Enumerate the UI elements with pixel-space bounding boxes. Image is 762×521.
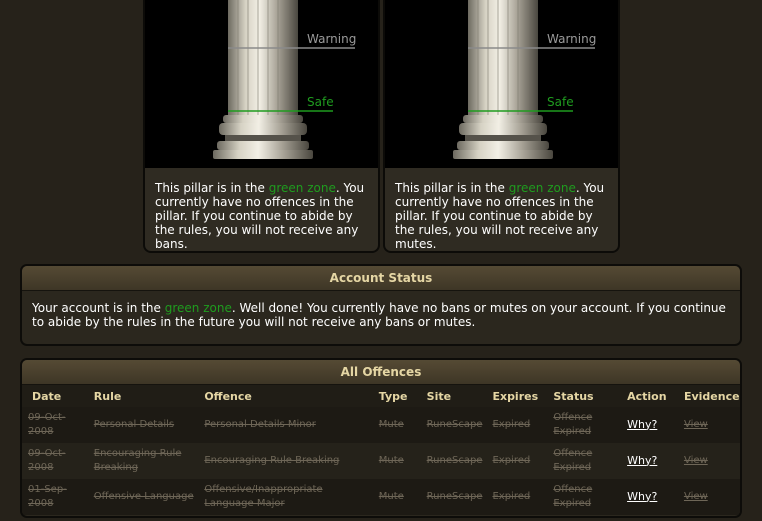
offence-action-cell: Why? (617, 443, 678, 479)
why-link[interactable]: Why? (627, 418, 657, 431)
pillar-icon (213, 0, 355, 159)
offence-expires: Expired (486, 407, 548, 443)
offence-site: RuneScape (420, 407, 487, 443)
warning-label: Warning (307, 32, 357, 46)
offences-panel: All Offences Date Rule Offence Type Site… (20, 358, 742, 518)
offences-title: All Offences (22, 360, 740, 385)
mute-pillar-panel: Warning Safe This pillar is in the green… (383, 0, 620, 253)
column-header-action: Action (617, 385, 678, 407)
offence-evidence-cell: View (677, 479, 740, 515)
safe-label: Safe (547, 95, 574, 109)
offence-name: Encouraging Rule Breaking (198, 443, 373, 479)
offence-rule: Offensive Language (81, 479, 199, 515)
offence-site: RuneScape (420, 479, 487, 515)
offence-action-cell: Why? (617, 479, 678, 515)
column-header-status: Status (547, 385, 618, 407)
offence-type: Mute (372, 407, 421, 443)
account-status-title: Account Status (22, 266, 740, 291)
offence-action-cell: Why? (617, 407, 678, 443)
offence-site: RuneScape (420, 443, 487, 479)
column-header-evidence: Evidence (677, 385, 740, 407)
offence-rule: Encouraging Rule Breaking (81, 443, 199, 479)
offences-header-row: Date Rule Offence Type Site Expires Stat… (22, 385, 740, 407)
column-header-offence: Offence (198, 385, 373, 407)
offence-type: Mute (372, 479, 421, 515)
offence-name: Offensive/Inappropriate Language Major (198, 479, 373, 515)
why-link[interactable]: Why? (627, 490, 657, 503)
offence-rule: Personal Details (81, 407, 199, 443)
offence-type: Mute (372, 443, 421, 479)
green-zone-text: green zone (164, 301, 232, 315)
account-status-text: Your account is in the green zone. Well … (32, 301, 726, 329)
view-evidence-link[interactable]: View (684, 419, 708, 430)
table-row: 01-Sep-2008 Offensive Language Offensive… (22, 479, 740, 515)
pillar-icon (453, 0, 595, 159)
offence-status: Offence Expired (547, 479, 618, 515)
offence-date: 09-Oct-2008 (22, 443, 82, 479)
account-status-panel: Account Status Your account is in the gr… (20, 264, 742, 346)
why-link[interactable]: Why? (627, 454, 657, 467)
view-evidence-link[interactable]: View (684, 491, 708, 502)
warning-label: Warning (547, 32, 597, 46)
column-header-type: Type (372, 385, 421, 407)
column-header-date: Date (22, 385, 82, 407)
ban-pillar-image: Warning Safe (145, 0, 378, 168)
offence-evidence-cell: View (677, 407, 740, 443)
offence-name: Personal Details Minor (198, 407, 373, 443)
offence-expires: Expired (486, 479, 548, 515)
column-header-rule: Rule (81, 385, 199, 407)
table-row: 09-Oct-2008 Encouraging Rule Breaking En… (22, 443, 740, 479)
view-evidence-link[interactable]: View (684, 455, 708, 466)
offences-table: Date Rule Offence Type Site Expires Stat… (22, 385, 740, 515)
column-header-expires: Expires (486, 385, 548, 407)
ban-pillar-description: This pillar is in the green zone. You cu… (155, 181, 365, 251)
offence-date: 09-Oct-2008 (22, 407, 82, 443)
green-zone-text: green zone (508, 181, 576, 195)
mute-pillar-image: Warning Safe (385, 0, 618, 168)
mute-pillar-description: This pillar is in the green zone. You cu… (395, 181, 605, 251)
safe-label: Safe (307, 95, 334, 109)
offence-expires: Expired (486, 443, 548, 479)
offence-date: 01-Sep-2008 (22, 479, 82, 515)
column-header-site: Site (420, 385, 487, 407)
offence-status: Offence Expired (547, 407, 618, 443)
offence-status: Offence Expired (547, 443, 618, 479)
green-zone-text: green zone (268, 181, 336, 195)
table-row: 09-Oct-2008 Personal Details Personal De… (22, 407, 740, 443)
offence-evidence-cell: View (677, 443, 740, 479)
ban-pillar-panel: Warning Safe This pillar is in the green… (143, 0, 380, 253)
